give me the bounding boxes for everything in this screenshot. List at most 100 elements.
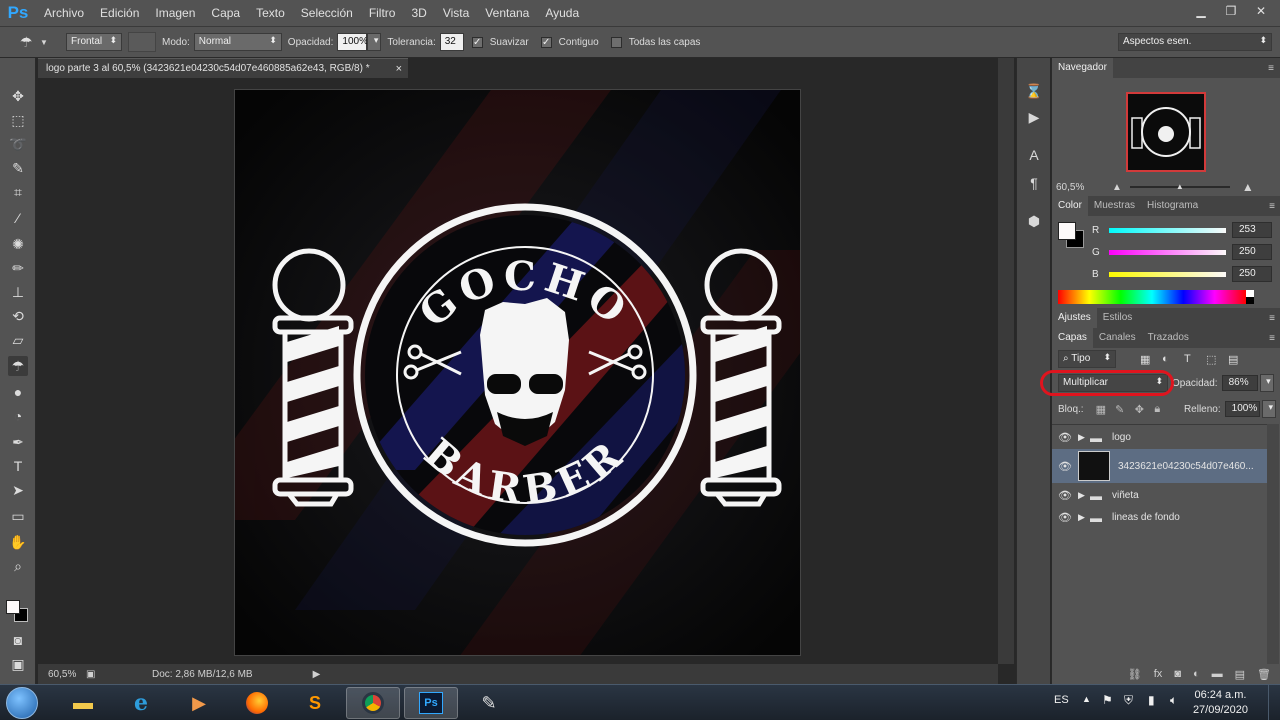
all-layers-checkbox[interactable] bbox=[610, 36, 622, 48]
green-slider[interactable] bbox=[1109, 249, 1226, 255]
menu-imagen[interactable]: Imagen bbox=[147, 0, 203, 26]
link-layers-icon[interactable]: ⛓ bbox=[1128, 668, 1142, 681]
tab-color[interactable]: Color bbox=[1052, 196, 1088, 216]
tab-channels[interactable]: Canales bbox=[1093, 328, 1142, 348]
expand-triangle-icon[interactable]: ▶ bbox=[1078, 432, 1090, 443]
tab-layers[interactable]: Capas bbox=[1052, 328, 1093, 348]
menu-ventana[interactable]: Ventana bbox=[477, 0, 537, 26]
red-value[interactable]: 253 bbox=[1232, 222, 1272, 238]
opacity-input[interactable]: 100% bbox=[337, 33, 368, 51]
history-panel-icon[interactable]: ⌛ bbox=[1025, 82, 1043, 100]
contiguous-checkbox[interactable]: ✓ bbox=[540, 36, 552, 48]
panel-menu-icon[interactable]: ≡ bbox=[1269, 201, 1275, 212]
layer-opacity-dropdown[interactable]: ▾ bbox=[1259, 374, 1274, 392]
dodge-tool-icon[interactable]: ◔ bbox=[8, 406, 28, 426]
expand-triangle-icon[interactable]: ▶ bbox=[1078, 490, 1090, 501]
close-document-icon[interactable]: × bbox=[396, 59, 402, 79]
visibility-eye-icon[interactable]: 👁︎ bbox=[1052, 489, 1078, 502]
type-tool-icon[interactable]: T bbox=[8, 456, 28, 476]
lasso-tool-icon[interactable]: ➰ bbox=[8, 134, 28, 154]
zoom-tool-icon[interactable]: ⌕ bbox=[8, 556, 28, 576]
menu-seleccion[interactable]: Selección bbox=[293, 0, 361, 26]
tab-swatches[interactable]: Muestras bbox=[1088, 196, 1141, 216]
fill-source-select[interactable]: Frontal ⬍ bbox=[66, 33, 122, 51]
spectrum-white-black[interactable] bbox=[1246, 290, 1254, 304]
tolerance-input[interactable]: 32 bbox=[439, 33, 464, 51]
status-arrow-icon[interactable]: ▶ bbox=[313, 669, 321, 680]
green-value[interactable]: 250 bbox=[1232, 244, 1272, 260]
quick-mask-icon[interactable]: ◙ bbox=[8, 630, 28, 650]
visibility-eye-icon[interactable]: 👁︎ bbox=[1052, 511, 1078, 524]
new-group-icon[interactable]: ▬ bbox=[1212, 668, 1223, 680]
menu-texto[interactable]: Texto bbox=[248, 0, 293, 26]
layer-row-selected[interactable]: 👁︎ 3423621e04230c54d07e460... bbox=[1052, 449, 1267, 483]
tab-navigator[interactable]: Navegador bbox=[1052, 58, 1113, 78]
chrome-taskbar-button[interactable] bbox=[346, 687, 400, 719]
menu-vista[interactable]: Vista bbox=[435, 0, 477, 26]
explorer-taskbar-button[interactable]: ▬ bbox=[56, 687, 110, 719]
blue-slider[interactable] bbox=[1109, 271, 1226, 277]
menu-archivo[interactable]: Archivo bbox=[36, 0, 92, 26]
menu-ayuda[interactable]: Ayuda bbox=[537, 0, 587, 26]
visibility-eye-icon[interactable]: 👁︎ bbox=[1052, 431, 1078, 444]
filter-type-icon[interactable]: T bbox=[1184, 353, 1206, 365]
color-fg-swatch[interactable] bbox=[1058, 222, 1076, 240]
visibility-eye-icon[interactable]: 👁︎ bbox=[1052, 460, 1078, 473]
color-spectrum-bar[interactable] bbox=[1058, 290, 1246, 304]
tab-styles[interactable]: Estilos bbox=[1097, 308, 1138, 328]
internet-explorer-taskbar-button[interactable]: e bbox=[114, 687, 168, 719]
paint-taskbar-button[interactable]: ✎ bbox=[462, 687, 516, 719]
delete-layer-icon[interactable]: 🗑︎ bbox=[1257, 668, 1271, 681]
document-canvas[interactable]: GOCHO BARBER bbox=[234, 89, 801, 656]
menu-3d[interactable]: 3D bbox=[403, 0, 434, 26]
layer-filter-select[interactable]: ⌕ Tipo ⬍ bbox=[1058, 350, 1116, 368]
panel-menu-icon[interactable]: ≡ bbox=[1269, 313, 1275, 324]
language-indicator[interactable]: ES bbox=[1054, 694, 1069, 706]
hand-tool-icon[interactable]: ✋ bbox=[8, 532, 28, 552]
lock-position-icon[interactable]: ✥ bbox=[1135, 403, 1155, 416]
fill-dropdown[interactable]: ▾ bbox=[1262, 400, 1276, 418]
canvas-vertical-scrollbar[interactable] bbox=[998, 58, 1014, 664]
zoom-out-icon[interactable]: ▲ bbox=[1112, 182, 1122, 193]
new-adjustment-icon[interactable]: ◐ bbox=[1193, 668, 1200, 680]
brush-tool-icon[interactable]: ✏ bbox=[8, 258, 28, 278]
path-selection-tool-icon[interactable]: ➤ bbox=[8, 480, 28, 500]
layer-row[interactable]: 👁︎ ▶ ▬ viñeta bbox=[1052, 485, 1267, 506]
close-icon[interactable]: ✕ bbox=[1248, 2, 1274, 20]
navigator-zoom-value[interactable]: 60,5% bbox=[1056, 182, 1096, 193]
tool-preset-arrow-icon[interactable]: ▼ bbox=[40, 38, 50, 47]
layer-row[interactable]: 👁︎ ▶ ▬ logo bbox=[1052, 427, 1267, 448]
paint-bucket-icon[interactable]: ☂ bbox=[20, 34, 40, 51]
lock-all-icon[interactable]: 🔒︎ bbox=[1154, 403, 1174, 416]
tab-paths[interactable]: Trazados bbox=[1142, 328, 1195, 348]
fill-value[interactable]: 100% bbox=[1224, 401, 1261, 417]
foreground-color-swatch[interactable] bbox=[6, 600, 20, 614]
actions-panel-icon[interactable]: ▶ bbox=[1025, 108, 1043, 126]
menu-capa[interactable]: Capa bbox=[203, 0, 248, 26]
move-tool-icon[interactable]: ✥ bbox=[8, 86, 28, 106]
lock-pixels-icon[interactable]: ✎ bbox=[1115, 403, 1135, 416]
add-mask-icon[interactable]: ◙ bbox=[1174, 668, 1181, 680]
eyedropper-tool-icon[interactable]: ⁄ bbox=[8, 208, 28, 228]
rectangle-tool-icon[interactable]: ▭ bbox=[8, 506, 28, 526]
action-center-icon[interactable]: ⚑ bbox=[1102, 693, 1113, 707]
red-slider[interactable] bbox=[1109, 227, 1226, 233]
network-icon[interactable]: ▮ bbox=[1148, 693, 1155, 707]
history-brush-tool-icon[interactable]: ⟲ bbox=[8, 306, 28, 326]
zoom-in-icon[interactable]: ▲ bbox=[1242, 180, 1254, 194]
restore-icon[interactable]: ❐ bbox=[1218, 2, 1244, 20]
filter-shape-icon[interactable]: ⬚ bbox=[1206, 353, 1228, 366]
lock-transparent-icon[interactable]: ▦ bbox=[1096, 403, 1116, 416]
navigator-zoom-slider[interactable]: ▲ bbox=[1129, 182, 1230, 191]
screen-mode-icon[interactable]: ▣ bbox=[8, 654, 28, 674]
media-player-taskbar-button[interactable]: ▶ bbox=[172, 687, 226, 719]
expand-triangle-icon[interactable]: ▶ bbox=[1078, 512, 1090, 523]
blur-tool-icon[interactable]: ● bbox=[8, 382, 28, 402]
paragraph-panel-icon[interactable]: ¶ bbox=[1025, 174, 1043, 192]
layer-row[interactable]: 👁︎ ▶ ▬ lineas de fondo bbox=[1052, 507, 1267, 528]
security-icon[interactable]: ⛨ bbox=[1124, 693, 1133, 708]
tab-adjustments[interactable]: Ajustes bbox=[1052, 308, 1097, 328]
mode-select[interactable]: Normal ⬍ bbox=[193, 33, 282, 51]
marquee-tool-icon[interactable]: ⬚ bbox=[8, 110, 28, 130]
filter-smart-object-icon[interactable]: ▤ bbox=[1228, 353, 1250, 366]
